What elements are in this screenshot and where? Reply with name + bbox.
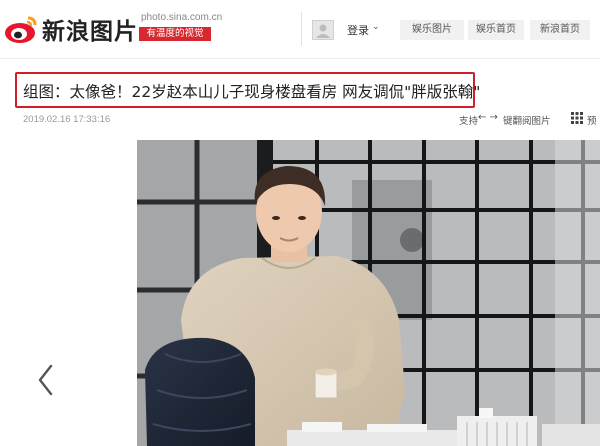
site-slogan: 有温度的视觉 — [139, 27, 211, 41]
site-logo-text[interactable]: 新浪图片 — [42, 12, 138, 46]
chevron-down-icon[interactable]: ⌄ — [372, 22, 380, 32]
publish-date: 2019.02.16 17:33:16 — [23, 114, 111, 125]
weibo-eye-icon[interactable] — [4, 14, 38, 44]
header-divider — [301, 12, 302, 46]
grid-icon[interactable] — [571, 112, 583, 124]
tab-ent-photos[interactable]: 娱乐图片 — [400, 20, 464, 40]
tab-sina-home[interactable]: 新浪首页 — [530, 20, 590, 40]
photo-illustration — [137, 140, 600, 446]
keyboard-hint: 键翻阅图片 — [503, 116, 551, 127]
page-title: 组图：太像爸！22岁赵本山儿子现身楼盘看房 网友调侃"胖版张翰" — [23, 83, 481, 101]
gallery-photo[interactable] — [137, 140, 600, 446]
preview-label[interactable]: 预 — [587, 113, 597, 127]
support-label: 支持 — [459, 116, 479, 127]
avatar[interactable] — [312, 20, 334, 40]
prev-arrow-icon[interactable] — [34, 362, 58, 398]
avatar-icon — [316, 24, 330, 38]
tab-ent-home[interactable]: 娱乐首页 — [468, 20, 524, 40]
left-right-arrows-icon: ← → — [478, 112, 498, 123]
site-url: photo.sina.com.cn — [141, 12, 223, 23]
login-link[interactable]: 登录 — [347, 22, 369, 38]
site-header: 新浪图片 photo.sina.com.cn 有温度的视觉 登录 ⌄ 娱乐图片 … — [0, 0, 600, 59]
